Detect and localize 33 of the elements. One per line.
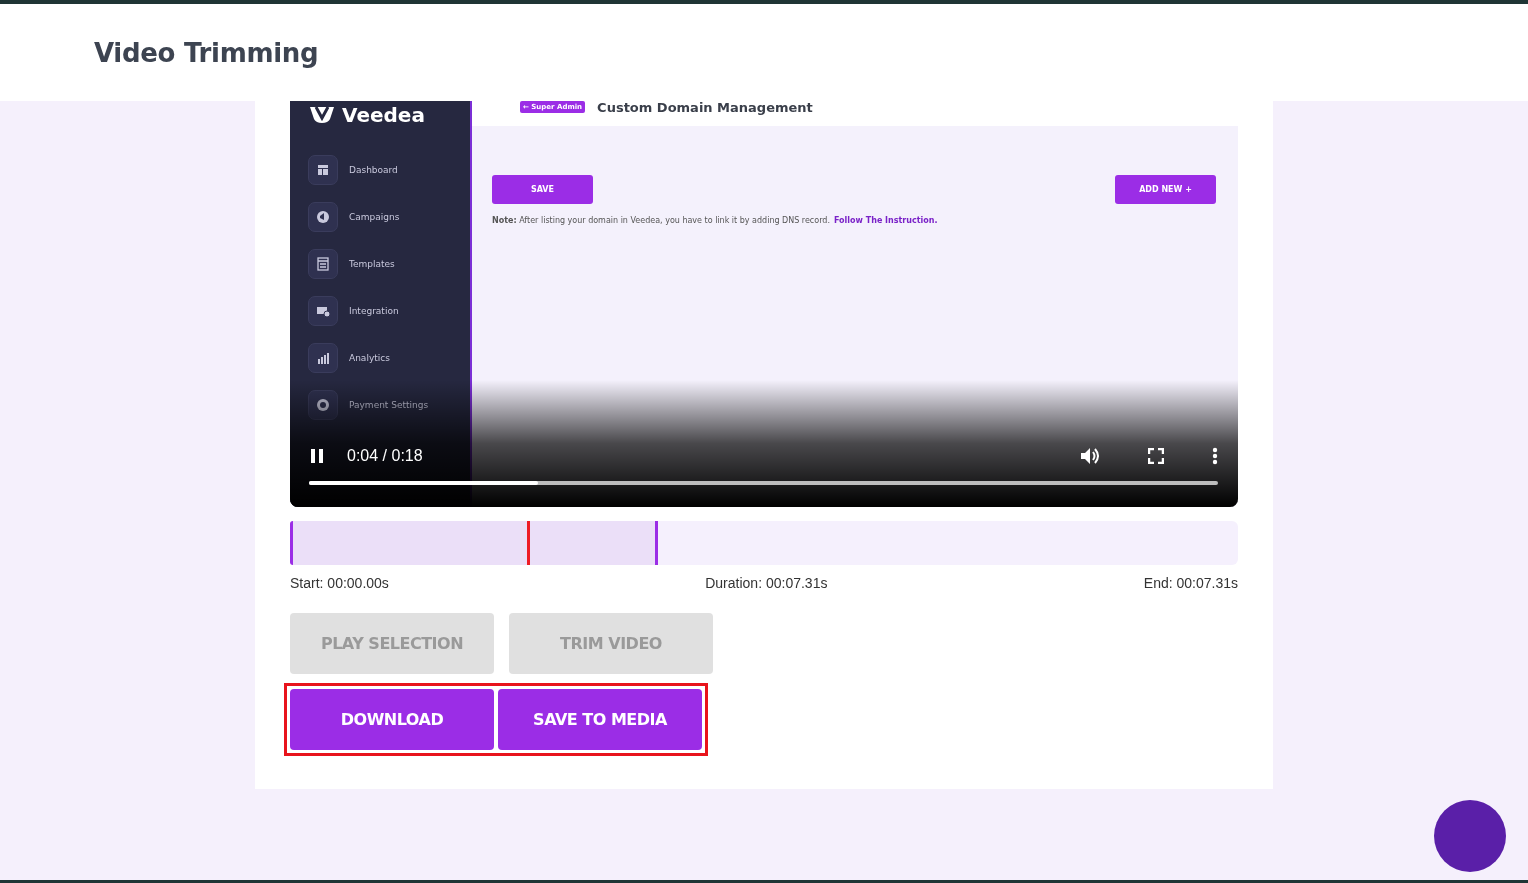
progress-track[interactable]: [309, 481, 1218, 485]
action-button[interactable]: DOWNLOAD: [290, 689, 494, 750]
time-display: 0:04 / 0:18: [347, 447, 424, 465]
sidebar-item[interactable]: Integration: [349, 306, 399, 316]
nav-icon: [308, 155, 338, 185]
page-heading: Custom Domain Management: [597, 103, 813, 113]
video-player[interactable]: [290, 101, 1238, 507]
instruction-link[interactable]: Follow The Instruction.: [833, 216, 938, 225]
note-text: Note: After listing your domain in Veedea, you have to link it by adding DNS record.: [492, 216, 830, 225]
action-button[interactable]: SAVE TO MEDIA: [498, 689, 702, 750]
page-title: Video Trimming: [94, 37, 319, 68]
sidebar-item[interactable]: Campaigns: [349, 212, 400, 222]
save-button[interactable]: SAVE: [492, 175, 593, 204]
nav-icon: [308, 202, 338, 232]
pause-icon[interactable]: [309, 448, 325, 464]
volume-icon[interactable]: [1080, 447, 1100, 465]
nav-icon: [308, 249, 338, 279]
fullscreen-icon[interactable]: [1148, 448, 1164, 464]
logo-text: Veedea: [342, 103, 425, 127]
sidebar-item[interactable]: Templates: [349, 259, 395, 269]
end-time: End: 00:07.31s: [1143, 575, 1238, 591]
sidebar-item[interactable]: Payment Settings: [349, 400, 429, 410]
sidebar-item[interactable]: Analytics: [349, 353, 390, 363]
nav-icon: [308, 390, 338, 420]
trim-selection[interactable]: [290, 521, 658, 565]
add-new-button[interactable]: ADD NEW +: [1115, 175, 1216, 204]
start-time: Start: 00:00.00s: [290, 575, 389, 591]
nav-icon: [308, 296, 338, 326]
nav-icon: [308, 343, 338, 373]
sidebar-item[interactable]: Dashboard: [349, 165, 398, 175]
logo-icon: [308, 107, 336, 123]
more-icon[interactable]: [1212, 447, 1218, 465]
duration: Duration: 00:07.31s: [705, 575, 828, 591]
